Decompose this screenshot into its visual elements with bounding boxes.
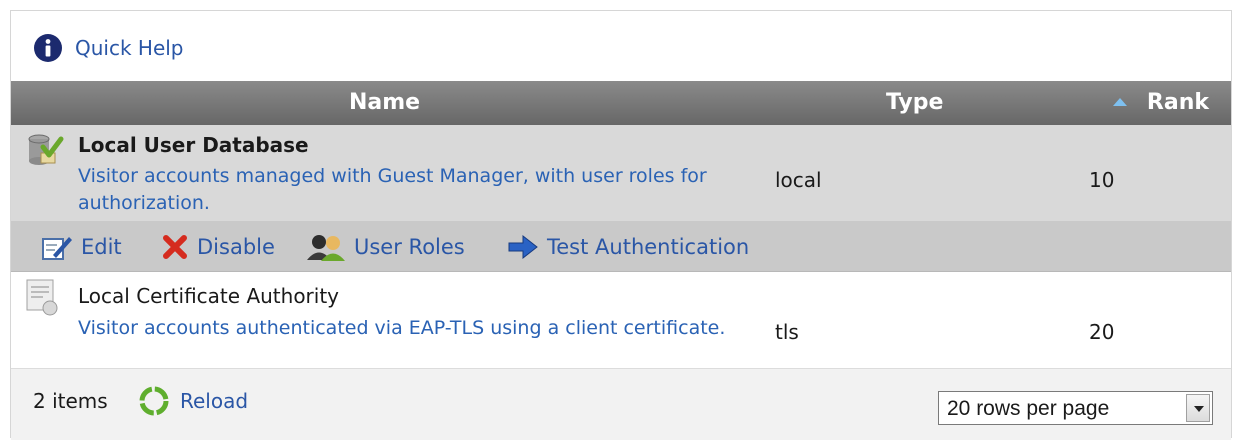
sort-ascending-icon [1113,98,1127,106]
column-header-name[interactable]: Name [349,90,420,115]
reload-button[interactable]: Reload [136,383,248,419]
database-check-icon [28,134,64,165]
refresh-icon [139,386,169,416]
row-title: Local Certificate Authority [78,284,340,308]
row-rank: 20 [1089,320,1115,344]
close-icon [163,235,187,259]
user-roles-label: User Roles [354,235,465,259]
table-row[interactable]: Local User Database Visitor accounts man… [11,125,1231,221]
table-footer: 2 items Reload 20 rows per page [11,368,1231,440]
row-rank: 10 [1089,168,1115,192]
test-authentication-button[interactable]: Test Authentication [507,233,749,261]
row-type: local [775,168,822,192]
row-actions-bar: Edit Disable User Roles Test Authenticat… [11,221,1231,272]
row-description: Visitor accounts authenticated via EAP-T… [78,317,726,339]
arrow-right-icon [508,234,538,260]
row-type: tls [775,320,799,344]
rows-per-page-value: 20 rows per page [947,397,1110,420]
quick-help-link[interactable]: Quick Help [75,36,184,60]
user-roles-button[interactable]: User Roles [306,233,465,261]
users-icon [307,235,345,261]
quick-help[interactable]: Quick Help [33,32,184,64]
column-header-type[interactable]: Type [886,90,943,115]
table-header: Name Type Rank [11,81,1231,125]
item-count: 2 items [33,389,108,413]
table-row[interactable]: Local Certificate Authority Visitor acco… [11,272,1231,366]
reload-label: Reload [180,389,249,413]
edit-button[interactable]: Edit [41,233,122,261]
disable-label: Disable [197,235,275,259]
rows-per-page-select[interactable]: 20 rows per page [938,391,1213,425]
edit-icon [42,237,72,260]
row-title: Local User Database [78,133,309,157]
edit-label: Edit [81,235,122,259]
test-authentication-label: Test Authentication [547,235,750,259]
column-header-rank[interactable]: Rank [1147,90,1209,115]
disable-button[interactable]: Disable [161,233,275,261]
auth-sources-panel: Quick Help Name Type Rank Local User Dat… [10,10,1232,440]
certificate-icon [26,279,58,316]
row-description: Visitor accounts managed with Guest Mana… [78,165,707,214]
chevron-down-icon[interactable] [1186,394,1210,422]
info-icon [34,34,62,62]
